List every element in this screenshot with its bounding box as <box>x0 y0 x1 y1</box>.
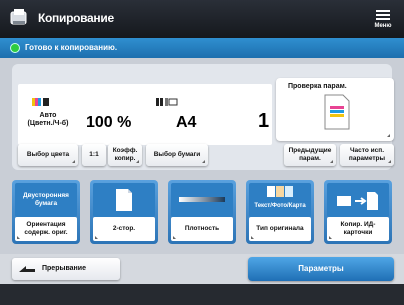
select-color-button[interactable]: Выбор цвета <box>18 144 78 166</box>
menu-button[interactable]: Меню <box>372 6 394 32</box>
current-settings-summary: Авто (Цветн./Ч-б) 100 % A4 1 <box>18 84 272 145</box>
interrupt-icon <box>19 266 35 272</box>
caret-icon <box>17 236 20 239</box>
density-function-button[interactable]: Плотность <box>168 180 236 244</box>
select-paper-button[interactable]: Выбор бумаги <box>146 144 208 166</box>
status-text: Готово к копированию. <box>25 43 118 52</box>
favorite-settings-button[interactable]: Часто исп. параметры <box>340 144 394 166</box>
two-sided-function-button[interactable]: 2-стор. <box>90 180 158 244</box>
color-mode-icon <box>32 98 49 106</box>
app-title: Копирование <box>38 11 114 25</box>
density-icon <box>171 183 233 217</box>
caret-icon <box>136 160 139 163</box>
caret-icon <box>173 236 176 239</box>
orientation-icon: Двусторонняя бумага <box>15 183 77 217</box>
options-button[interactable]: Параметры <box>248 257 394 281</box>
menu-label: Меню <box>374 23 392 29</box>
caret-icon <box>251 236 254 239</box>
zoom-value: 100 % <box>86 114 132 131</box>
caret-icon <box>95 236 98 239</box>
caret-icon <box>202 160 205 163</box>
interrupt-button[interactable]: Прерывание <box>12 258 120 280</box>
original-type-function-button[interactable]: Текст/Фото/Карта Тип оригинала <box>246 180 314 244</box>
id-card-icon <box>327 183 389 217</box>
caret-icon <box>330 160 333 163</box>
color-mode-value: Авто (Цветн./Ч-б) <box>27 112 69 127</box>
one-to-one-button[interactable]: 1:1 <box>82 144 106 166</box>
document-preview-icon <box>324 94 350 130</box>
copy-app-icon <box>10 9 27 25</box>
caret-icon <box>388 160 391 163</box>
paper-size-value: A4 <box>176 114 197 131</box>
copies-count: 1 <box>258 110 270 132</box>
id-card-function-button[interactable]: Копир. ИД-карточки <box>324 180 392 244</box>
more-caret-icon <box>387 134 390 137</box>
check-settings-label: Проверка парам. <box>288 83 347 90</box>
check-settings-button[interactable]: Проверка парам. <box>276 78 394 141</box>
caret-icon <box>72 160 75 163</box>
paper-icon <box>156 98 178 106</box>
status-bar: Готово к копированию. <box>0 38 404 58</box>
menu-icon <box>376 10 390 12</box>
caret-icon <box>329 236 332 239</box>
two-sided-icon <box>93 183 155 217</box>
copy-ratio-button[interactable]: Коэфф. копир. <box>108 144 142 166</box>
footer-bar <box>0 284 404 305</box>
title-bar: Копирование Меню <box>0 0 404 38</box>
ready-status-icon <box>10 43 20 53</box>
orientation-function-button[interactable]: Двусторонняя бумага Ориентация содерж. о… <box>12 180 80 244</box>
previous-settings-button[interactable]: Предыдущие парам. <box>284 144 336 166</box>
original-type-icon: Текст/Фото/Карта <box>249 183 311 217</box>
